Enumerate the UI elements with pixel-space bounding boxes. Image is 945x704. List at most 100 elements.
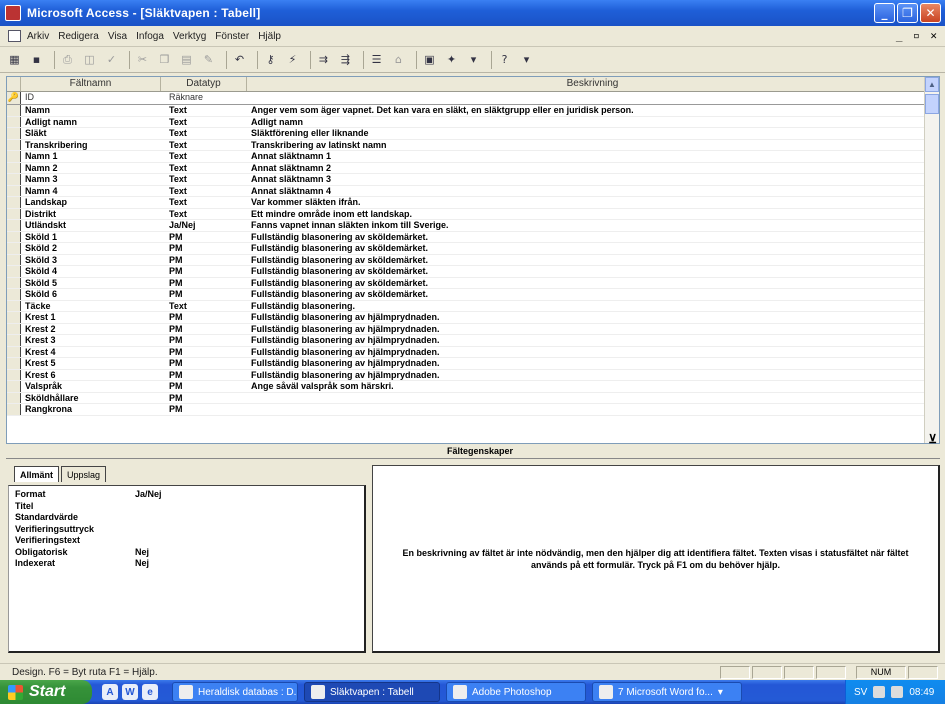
menu-visa[interactable]: Visa: [108, 31, 127, 42]
table-row[interactable]: Sköld 5 PM Fullständig blasonering av sköl…: [7, 277, 939, 289]
table-row[interactable]: Namn Text Anger vem som äger vapnet. Det k…: [7, 105, 939, 117]
task-heraldisk-databas[interactable]: Heraldisk databas : D...: [172, 682, 298, 702]
minimize-button[interactable]: _: [874, 3, 895, 23]
primary-key-icon[interactable]: ⚷: [262, 51, 279, 68]
data-type-cell[interactable]: PM: [161, 266, 247, 277]
table-row[interactable]: Krest 6 PM Fullständig blasonering av hjäl…: [7, 369, 939, 381]
copy-icon[interactable]: ❐: [156, 51, 173, 68]
row-selector[interactable]: [7, 300, 21, 311]
access-app-icon[interactable]: [5, 5, 21, 21]
data-type-cell[interactable]: PM: [161, 232, 247, 243]
start-button[interactable]: Start: [0, 680, 92, 704]
field-name-cell[interactable]: Sköld 5: [21, 278, 161, 289]
table-row[interactable]: Namn 4 Text Annat släktnamn 4: [7, 185, 939, 197]
description-cell[interactable]: Fullständig blasonering av hjälmprydnade…: [247, 347, 939, 358]
description-cell[interactable]: Adligt namn: [247, 117, 939, 128]
toolbar-options-icon[interactable]: ▾: [518, 51, 535, 68]
field-name-cell[interactable]: Adligt namn: [21, 117, 161, 128]
scroll-up-icon[interactable]: ▲: [925, 77, 939, 92]
task-adobe-photoshop[interactable]: Adobe Photoshop: [446, 682, 586, 702]
property-row[interactable]: Verifieringstext: [15, 535, 358, 547]
task-slaktvapen-tabell[interactable]: Släktvapen : Tabell: [304, 682, 440, 702]
data-type-cell[interactable]: Text: [161, 209, 247, 220]
table-row[interactable]: Landskap Text Var kommer släkten ifrån.: [7, 197, 939, 209]
property-row[interactable]: Format Ja/Nej: [15, 489, 358, 501]
data-type-cell[interactable]: Text: [161, 163, 247, 174]
close-button[interactable]: ✕: [920, 3, 941, 23]
field-name-cell[interactable]: Namn: [21, 105, 161, 116]
new-object-icon[interactable]: ✦: [443, 51, 460, 68]
data-type-cell[interactable]: Text: [161, 174, 247, 185]
data-type-cell[interactable]: Text: [161, 128, 247, 139]
table-row[interactable]: Krest 3 PM Fullständig blasonering av hjäl…: [7, 335, 939, 347]
undo-icon[interactable]: ↶: [231, 51, 248, 68]
description-cell[interactable]: Fullständig blasonering av sköldemärket.: [247, 243, 939, 254]
row-selector[interactable]: [7, 174, 21, 185]
row-selector[interactable]: [7, 254, 21, 265]
data-type-cell[interactable]: PM: [161, 278, 247, 289]
description-cell[interactable]: Fullständig blasonering av sköldemärket.: [247, 266, 939, 277]
design-view-icon[interactable]: ▦: [6, 51, 23, 68]
quicklaunch-access-icon[interactable]: A: [102, 684, 118, 700]
field-name-cell[interactable]: Namn 1: [21, 151, 161, 162]
field-name-cell[interactable]: Landskap: [21, 197, 161, 208]
build-icon[interactable]: ⌂: [390, 51, 407, 68]
property-row[interactable]: Standardvärde: [15, 512, 358, 524]
description-cell[interactable]: [247, 404, 939, 415]
data-type-cell[interactable]: PM: [161, 255, 247, 266]
clock[interactable]: 08:49: [909, 687, 934, 698]
mdi-controls[interactable]: _ ▫ ✕: [896, 29, 939, 42]
data-type-cell[interactable]: Text: [161, 197, 247, 208]
table-row[interactable]: Släkt Text Släktförening eller liknande: [7, 128, 939, 140]
row-selector[interactable]: [7, 185, 21, 196]
row-selector[interactable]: [7, 151, 21, 162]
description-cell[interactable]: Fullständig blasonering av hjälmprydnade…: [247, 358, 939, 369]
table-row[interactable]: Sköld 4 PM Fullständig blasonering av sköl…: [7, 266, 939, 278]
row-selector[interactable]: [7, 266, 21, 277]
table-row[interactable]: Sköldhållare PM: [7, 392, 939, 404]
row-selector[interactable]: [7, 208, 21, 219]
field-name-cell[interactable]: Krest 2: [21, 324, 161, 335]
description-cell[interactable]: Fullständig blasonering av hjälmprydnade…: [247, 312, 939, 323]
table-row[interactable]: Sköld 1 PM Fullständig blasonering av sköl…: [7, 231, 939, 243]
description-cell[interactable]: [247, 92, 939, 104]
format-painter-icon[interactable]: ✎: [200, 51, 217, 68]
property-value[interactable]: Nej: [135, 547, 149, 559]
spelling-icon[interactable]: ✓: [103, 51, 120, 68]
field-name-cell[interactable]: Sköldhållare: [21, 393, 161, 404]
quicklaunch-ie-icon[interactable]: e: [142, 684, 158, 700]
table-row[interactable]: Rangkrona PM: [7, 404, 939, 416]
row-selector[interactable]: [7, 404, 21, 415]
row-selector[interactable]: [7, 392, 21, 403]
row-selector[interactable]: [7, 323, 21, 334]
row-selector[interactable]: [7, 128, 21, 139]
tab-uppslag[interactable]: Uppslag: [61, 466, 107, 482]
menu-redigera[interactable]: Redigera: [58, 31, 99, 42]
row-selector[interactable]: [7, 243, 21, 254]
row-selector[interactable]: [7, 289, 21, 300]
table-row[interactable]: Sköld 6 PM Fullständig blasonering av sköl…: [7, 289, 939, 301]
description-cell[interactable]: Annat släktnamn 1: [247, 151, 939, 162]
description-cell[interactable]: Transkribering av latinskt namn: [247, 140, 939, 151]
data-type-cell[interactable]: PM: [161, 404, 247, 415]
table-row[interactable]: Krest 1 PM Fullständig blasonering av hjäl…: [7, 312, 939, 324]
row-selector[interactable]: [7, 116, 21, 127]
print-preview-icon[interactable]: ◫: [81, 51, 98, 68]
field-name-cell[interactable]: Namn 2: [21, 163, 161, 174]
table-row[interactable]: Utländskt Ja/Nej Fanns vapnet innan släkte…: [7, 220, 939, 232]
paste-icon[interactable]: ▤: [178, 51, 195, 68]
table-row[interactable]: Transkribering Text Transkribering av lati…: [7, 139, 939, 151]
properties-icon[interactable]: ☰: [368, 51, 385, 68]
description-cell[interactable]: Anger vem som äger vapnet. Det kan vara …: [247, 105, 939, 116]
data-type-cell[interactable]: Text: [161, 117, 247, 128]
data-type-cell[interactable]: PM: [161, 243, 247, 254]
field-name-cell[interactable]: Krest 4: [21, 347, 161, 358]
menu-arkiv[interactable]: Arkiv: [27, 31, 49, 42]
table-row[interactable]: Täcke Text Fullständig blasonering.: [7, 300, 939, 312]
field-name-cell[interactable]: Sköld 1: [21, 232, 161, 243]
table-row[interactable]: Namn 3 Text Annat släktnamn 3: [7, 174, 939, 186]
field-name-cell[interactable]: ID: [21, 92, 161, 104]
description-cell[interactable]: Ett mindre område inom ett landskap.: [247, 209, 939, 220]
data-type-cell[interactable]: Räknare: [161, 92, 247, 104]
field-name-cell[interactable]: Släkt: [21, 128, 161, 139]
